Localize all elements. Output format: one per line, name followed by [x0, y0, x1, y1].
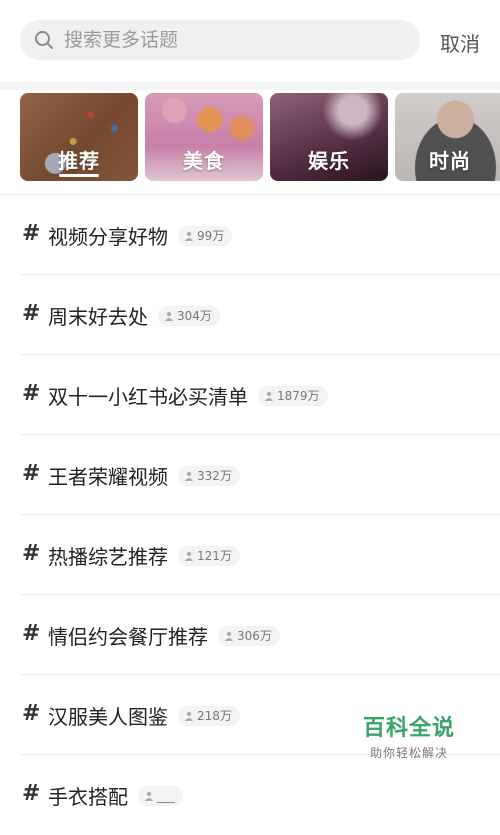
participant-count: 304万	[158, 305, 220, 326]
participant-count: 332万	[178, 465, 240, 486]
cancel-button[interactable]: 取消	[440, 28, 480, 57]
category-label: 推荐	[58, 149, 100, 173]
search-input[interactable]	[62, 28, 386, 52]
participant-count: 99万	[178, 225, 233, 246]
topic-item[interactable]: # 王者荣耀视频 332万	[0, 435, 500, 515]
watermark-subtitle: 助你轻松解决	[369, 746, 448, 760]
divider	[0, 82, 500, 90]
category-label: 娱乐	[308, 149, 350, 173]
person-icon	[185, 231, 193, 241]
category-strip: 推荐 美食 娱乐 时尚	[0, 90, 500, 190]
category-tab-fashion[interactable]: 时尚	[395, 93, 500, 181]
person-icon	[265, 391, 273, 401]
watermark: 百科全说 助你轻松解决	[354, 710, 464, 761]
topic-item[interactable]: # 情侣约会餐厅推荐 306万	[0, 595, 500, 675]
topic-item[interactable]: # 手衣搭配 ___	[0, 755, 500, 835]
category-label: 时尚	[429, 149, 471, 173]
participant-count: 1879万	[258, 385, 328, 406]
hashtag-icon: #	[22, 621, 41, 646]
topic-item[interactable]: # 双十一小红书必买清单 1879万	[0, 355, 500, 435]
hashtag-icon: #	[22, 221, 41, 246]
person-icon	[145, 791, 153, 801]
hashtag-icon: #	[22, 381, 41, 406]
category-label: 美食	[183, 149, 225, 173]
person-icon	[165, 311, 173, 321]
hashtag-icon: #	[22, 461, 41, 486]
topic-title: 双十一小红书必买清单	[48, 385, 248, 409]
category-tab-food[interactable]: 美食	[145, 93, 263, 181]
hashtag-icon: #	[22, 701, 41, 726]
category-tab-entertainment[interactable]: 娱乐	[270, 93, 388, 181]
watermark-title: 百科全说	[362, 716, 455, 741]
search-icon	[35, 31, 53, 49]
selected-indicator	[59, 174, 99, 177]
topic-title: 汉服美人图鉴	[48, 705, 168, 729]
topic-item[interactable]: # 视频分享好物 99万	[0, 195, 500, 275]
topic-title: 热播综艺推荐	[48, 545, 168, 569]
person-icon	[185, 551, 193, 561]
topic-item[interactable]: # 周末好去处 304万	[0, 275, 500, 355]
topic-title: 王者荣耀视频	[48, 465, 168, 489]
search-box[interactable]	[20, 20, 420, 60]
hashtag-icon: #	[22, 301, 41, 326]
person-icon	[185, 471, 193, 481]
person-icon	[185, 711, 193, 721]
participant-count: 121万	[178, 545, 240, 566]
topic-title: 手衣搭配	[48, 785, 128, 809]
hashtag-icon: #	[22, 781, 41, 806]
person-icon	[225, 631, 233, 641]
participant-count: 218万	[178, 705, 240, 726]
hashtag-icon: #	[22, 541, 41, 566]
category-tab-recommend[interactable]: 推荐	[20, 93, 138, 181]
topic-title: 情侣约会餐厅推荐	[48, 625, 208, 649]
topic-title: 周末好去处	[48, 305, 148, 329]
participant-count: ___	[138, 785, 183, 806]
search-header: 取消	[0, 0, 500, 82]
topic-title: 视频分享好物	[48, 225, 168, 249]
topic-item[interactable]: # 热播综艺推荐 121万	[0, 515, 500, 595]
participant-count: 306万	[218, 625, 280, 646]
